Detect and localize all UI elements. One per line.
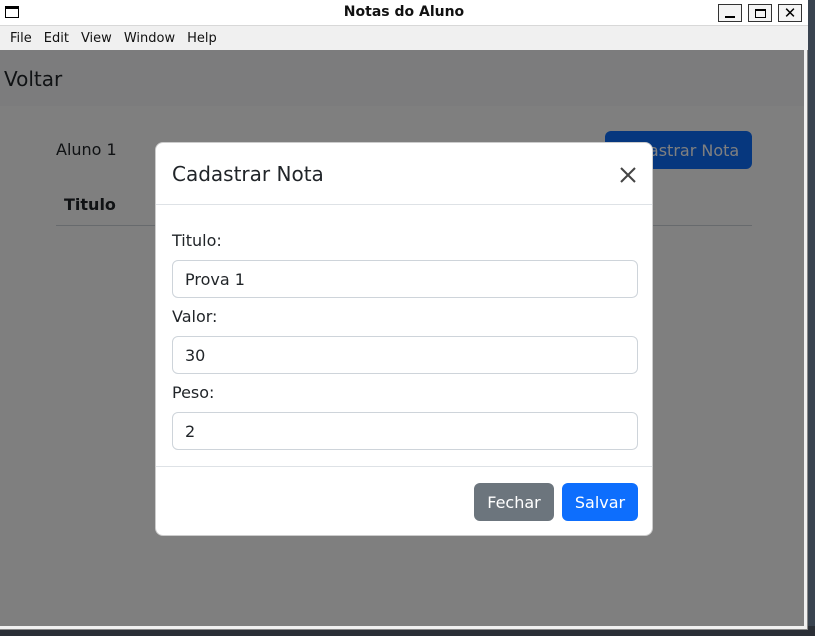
close-window-button[interactable]: ✕ bbox=[778, 4, 802, 22]
valor-label: Valor: bbox=[172, 307, 218, 326]
window-title: Notas do Aluno bbox=[343, 4, 465, 20]
peso-label: Peso: bbox=[172, 383, 215, 402]
titulo-input[interactable] bbox=[172, 260, 638, 298]
minimize-button[interactable] bbox=[718, 4, 742, 22]
modal-title: Cadastrar Nota bbox=[172, 162, 324, 186]
modal-header: Cadastrar Nota bbox=[156, 143, 652, 205]
save-button[interactable]: Salvar bbox=[562, 483, 638, 521]
menu-file[interactable]: File bbox=[4, 31, 38, 46]
menu-help[interactable]: Help bbox=[181, 31, 223, 46]
modal-footer-divider bbox=[156, 466, 652, 467]
menu-window[interactable]: Window bbox=[118, 31, 181, 46]
close-button[interactable]: Fechar bbox=[474, 483, 554, 521]
modal-close-button[interactable] bbox=[614, 161, 642, 189]
menu-bar: File Edit View Window Help bbox=[0, 26, 808, 50]
valor-input[interactable] bbox=[172, 336, 638, 374]
maximize-icon bbox=[754, 8, 766, 18]
title-bar[interactable]: Notas do Aluno ✕ bbox=[0, 0, 808, 26]
menu-view[interactable]: View bbox=[75, 31, 118, 46]
menu-edit[interactable]: Edit bbox=[38, 31, 75, 46]
titulo-label: Titulo: bbox=[172, 231, 222, 250]
close-icon bbox=[620, 167, 636, 183]
desktop-background bbox=[808, 0, 815, 636]
peso-input[interactable] bbox=[172, 412, 638, 450]
minimize-icon bbox=[725, 16, 735, 18]
add-grade-modal: Cadastrar Nota Titulo: Valor: Peso: Fech… bbox=[155, 142, 653, 536]
maximize-button[interactable] bbox=[748, 4, 772, 22]
close-icon: ✕ bbox=[783, 3, 797, 22]
